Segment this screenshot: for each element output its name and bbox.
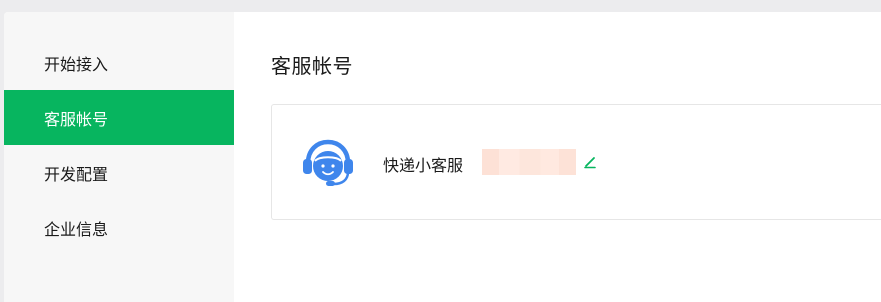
sidebar-item-label: 客服帐号 xyxy=(44,109,109,129)
sidebar-item-company-info[interactable]: 企业信息 xyxy=(4,200,234,255)
account-name: 快递小客服 xyxy=(383,156,464,175)
page-title: 客服帐号 xyxy=(271,54,353,78)
sidebar-item-accounts[interactable]: 客服帐号 xyxy=(4,90,234,145)
sidebar: 开始接入 客服帐号 开发配置 企业信息 xyxy=(4,12,234,302)
pencil-edit-icon[interactable] xyxy=(583,155,597,169)
sidebar-item-label: 开始接入 xyxy=(44,54,109,74)
app-window: 开始接入 客服帐号 开发配置 企业信息 客服帐号 快递小客服 xyxy=(4,12,881,302)
sidebar-item-label: 企业信息 xyxy=(44,219,109,239)
customer-service-headset-icon xyxy=(303,139,353,186)
sidebar-item-dev-config[interactable]: 开发配置 xyxy=(4,145,234,200)
sidebar-item-start[interactable]: 开始接入 xyxy=(4,35,234,90)
main-content: 客服帐号 快递小客服 xyxy=(234,12,881,302)
account-card: 快递小客服 xyxy=(271,104,881,220)
redacted-account-id xyxy=(482,149,576,175)
sidebar-item-label: 开发配置 xyxy=(44,164,109,184)
